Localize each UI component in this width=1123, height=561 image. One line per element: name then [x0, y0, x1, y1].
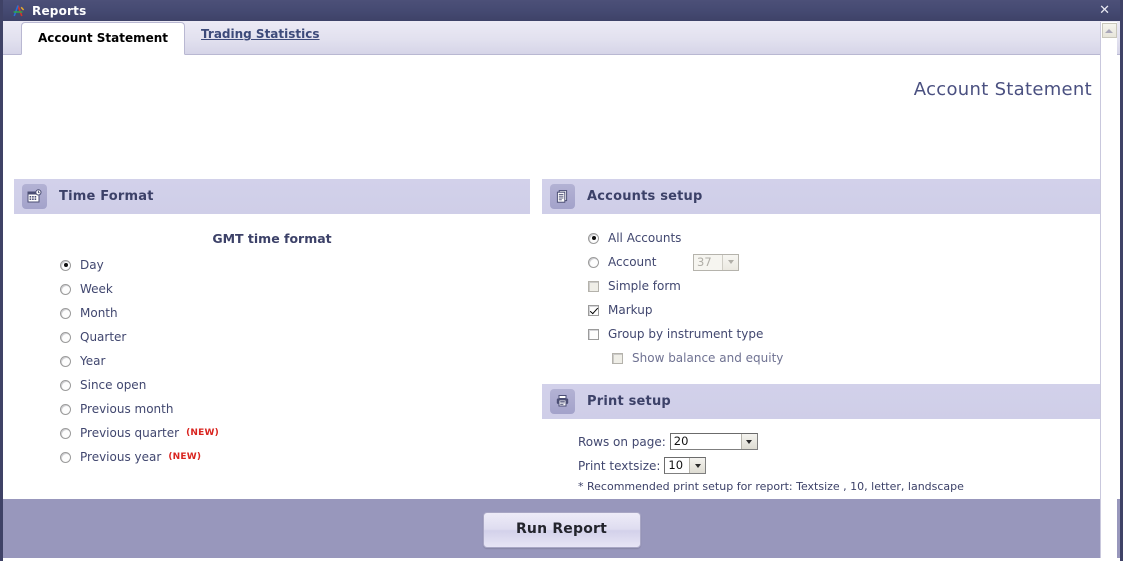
- checkbox-group-by-instrument-type-label: Group by instrument type: [608, 327, 764, 341]
- tab-strip: Account Statement Trading Statistics: [3, 21, 1120, 55]
- checkbox-show-balance-and-equity-box[interactable]: [612, 352, 623, 364]
- option-previous-quarter-label: Previous quarter: [80, 426, 180, 440]
- option-day[interactable]: Day: [60, 253, 530, 277]
- option-previous-quarter[interactable]: Previous quarter (NEW): [60, 421, 530, 445]
- checkbox-show-balance-and-equity[interactable]: Show balance and equity: [588, 346, 1101, 370]
- print-setup-body: Rows on page: 20 Print textsize: 10 * Re…: [542, 419, 1101, 493]
- panel-print-setup-title: Print setup: [587, 394, 671, 409]
- checkbox-simple-form-box[interactable]: [588, 280, 599, 292]
- option-year[interactable]: Year: [60, 349, 530, 373]
- print-textsize-value: 10: [668, 458, 684, 472]
- radio-week[interactable]: [60, 283, 71, 295]
- run-report-button[interactable]: Run Report: [482, 512, 641, 548]
- checkbox-group-by-instrument-type-box[interactable]: [588, 328, 599, 340]
- close-icon[interactable]: ✕: [1095, 4, 1114, 17]
- tab-trading-statistics[interactable]: Trading Statistics: [185, 21, 335, 54]
- radio-previous-year[interactable]: [60, 451, 71, 463]
- option-week[interactable]: Week: [60, 277, 530, 301]
- panel-accounts-setup-title: Accounts setup: [587, 189, 703, 204]
- chevron-down-icon: [740, 434, 757, 449]
- chevron-down-icon: [689, 458, 706, 473]
- radio-quarter[interactable]: [60, 331, 71, 343]
- radio-month[interactable]: [60, 307, 71, 319]
- option-previous-year[interactable]: Previous year (NEW): [60, 445, 530, 469]
- documents-icon: [550, 184, 575, 209]
- rows-on-page-label: Rows on page:: [578, 434, 666, 449]
- option-month-label: Month: [80, 306, 118, 320]
- panel-print-setup: Print setup Rows on page: 20 Print texts…: [542, 384, 1101, 493]
- option-month[interactable]: Month: [60, 301, 530, 325]
- checkbox-markup-box[interactable]: [588, 304, 599, 316]
- panel-accounts-setup: Accounts setup All Accounts Account 37 S…: [542, 179, 1101, 370]
- account-select-value: 37: [697, 254, 712, 269]
- panel-accounts-setup-header: Accounts setup: [542, 179, 1101, 214]
- option-account[interactable]: Account 37: [588, 250, 1101, 274]
- checkbox-markup-label: Markup: [608, 303, 653, 317]
- tab-account-statement-label: Account Statement: [38, 31, 169, 45]
- radio-day[interactable]: [60, 259, 71, 271]
- content-area: Account Statement Time Format GMT time f…: [3, 55, 1120, 519]
- tab-trading-statistics-label: Trading Statistics: [201, 27, 320, 41]
- chevron-down-icon: [722, 254, 738, 270]
- scroll-up-icon[interactable]: [1101, 23, 1117, 38]
- option-all-accounts-label: All Accounts: [608, 231, 682, 245]
- option-year-label: Year: [80, 354, 106, 368]
- print-textsize-label: Print textsize:: [578, 458, 661, 473]
- radio-account[interactable]: [588, 256, 599, 268]
- vertical-scrollbar[interactable]: [1100, 22, 1117, 561]
- badge-new-previous-year: (NEW): [168, 452, 202, 462]
- option-previous-year-label: Previous year: [80, 450, 162, 464]
- checkbox-show-balance-and-equity-label: Show balance and equity: [632, 351, 784, 365]
- panel-time-format-title: Time Format: [59, 189, 154, 204]
- panel-print-setup-header: Print setup: [542, 384, 1101, 419]
- page-title: Account Statement: [913, 79, 1092, 100]
- checkbox-simple-form-label: Simple form: [608, 279, 681, 293]
- gmt-subtitle: GMT time format: [212, 231, 332, 246]
- rows-on-page-select[interactable]: 20: [669, 433, 758, 450]
- radio-previous-month[interactable]: [60, 403, 71, 415]
- printer-icon: [550, 389, 575, 414]
- option-previous-month-label: Previous month: [80, 402, 174, 416]
- radio-year[interactable]: [60, 355, 71, 367]
- title-bar: Reports ✕: [3, 0, 1120, 21]
- option-quarter-label: Quarter: [80, 330, 127, 344]
- rows-on-page-row: Rows on page: 20: [578, 431, 1101, 452]
- print-textsize-row: Print textsize: 10: [578, 455, 1101, 476]
- option-quarter[interactable]: Quarter: [60, 325, 530, 349]
- badge-new-previous-quarter: (NEW): [186, 428, 219, 438]
- option-day-label: Day: [80, 258, 104, 272]
- time-format-body: GMT time format Day Week Month Quarter Y…: [14, 214, 530, 519]
- option-account-label: Account: [608, 255, 657, 269]
- rows-on-page-value: 20: [673, 434, 689, 448]
- reports-window: Reports ✕ Account Statement Trading Stat…: [0, 0, 1123, 561]
- option-since-open-label: Since open: [80, 378, 147, 392]
- option-since-open[interactable]: Since open: [60, 373, 530, 397]
- option-previous-month[interactable]: Previous month: [60, 397, 530, 421]
- radio-previous-quarter[interactable]: [60, 427, 71, 439]
- calendar-clock-icon: [22, 184, 47, 209]
- accounts-setup-body: All Accounts Account 37 Simple form Mark…: [542, 214, 1101, 370]
- time-format-options: Day Week Month Quarter Year Since open P…: [14, 246, 530, 469]
- tab-account-statement[interactable]: Account Statement: [21, 22, 186, 55]
- account-select[interactable]: 37: [693, 253, 739, 271]
- option-all-accounts[interactable]: All Accounts: [588, 226, 1101, 250]
- checkbox-simple-form[interactable]: Simple form: [588, 274, 1101, 298]
- print-textsize-select[interactable]: 10: [664, 457, 707, 474]
- checkbox-group-by-instrument-type[interactable]: Group by instrument type: [588, 322, 1101, 346]
- panel-time-format: Time Format GMT time format Day Week Mon…: [14, 179, 530, 519]
- print-setup-note: * Recommended print setup for report: Te…: [578, 480, 964, 493]
- footer-bar: Run Report: [3, 498, 1120, 561]
- option-week-label: Week: [80, 282, 113, 296]
- checkbox-markup[interactable]: Markup: [588, 298, 1101, 322]
- radio-since-open[interactable]: [60, 379, 71, 391]
- app-a-icon: [11, 4, 25, 18]
- radio-all-accounts[interactable]: [588, 232, 599, 244]
- panel-time-format-header: Time Format: [14, 179, 530, 214]
- window-title: Reports: [32, 3, 87, 18]
